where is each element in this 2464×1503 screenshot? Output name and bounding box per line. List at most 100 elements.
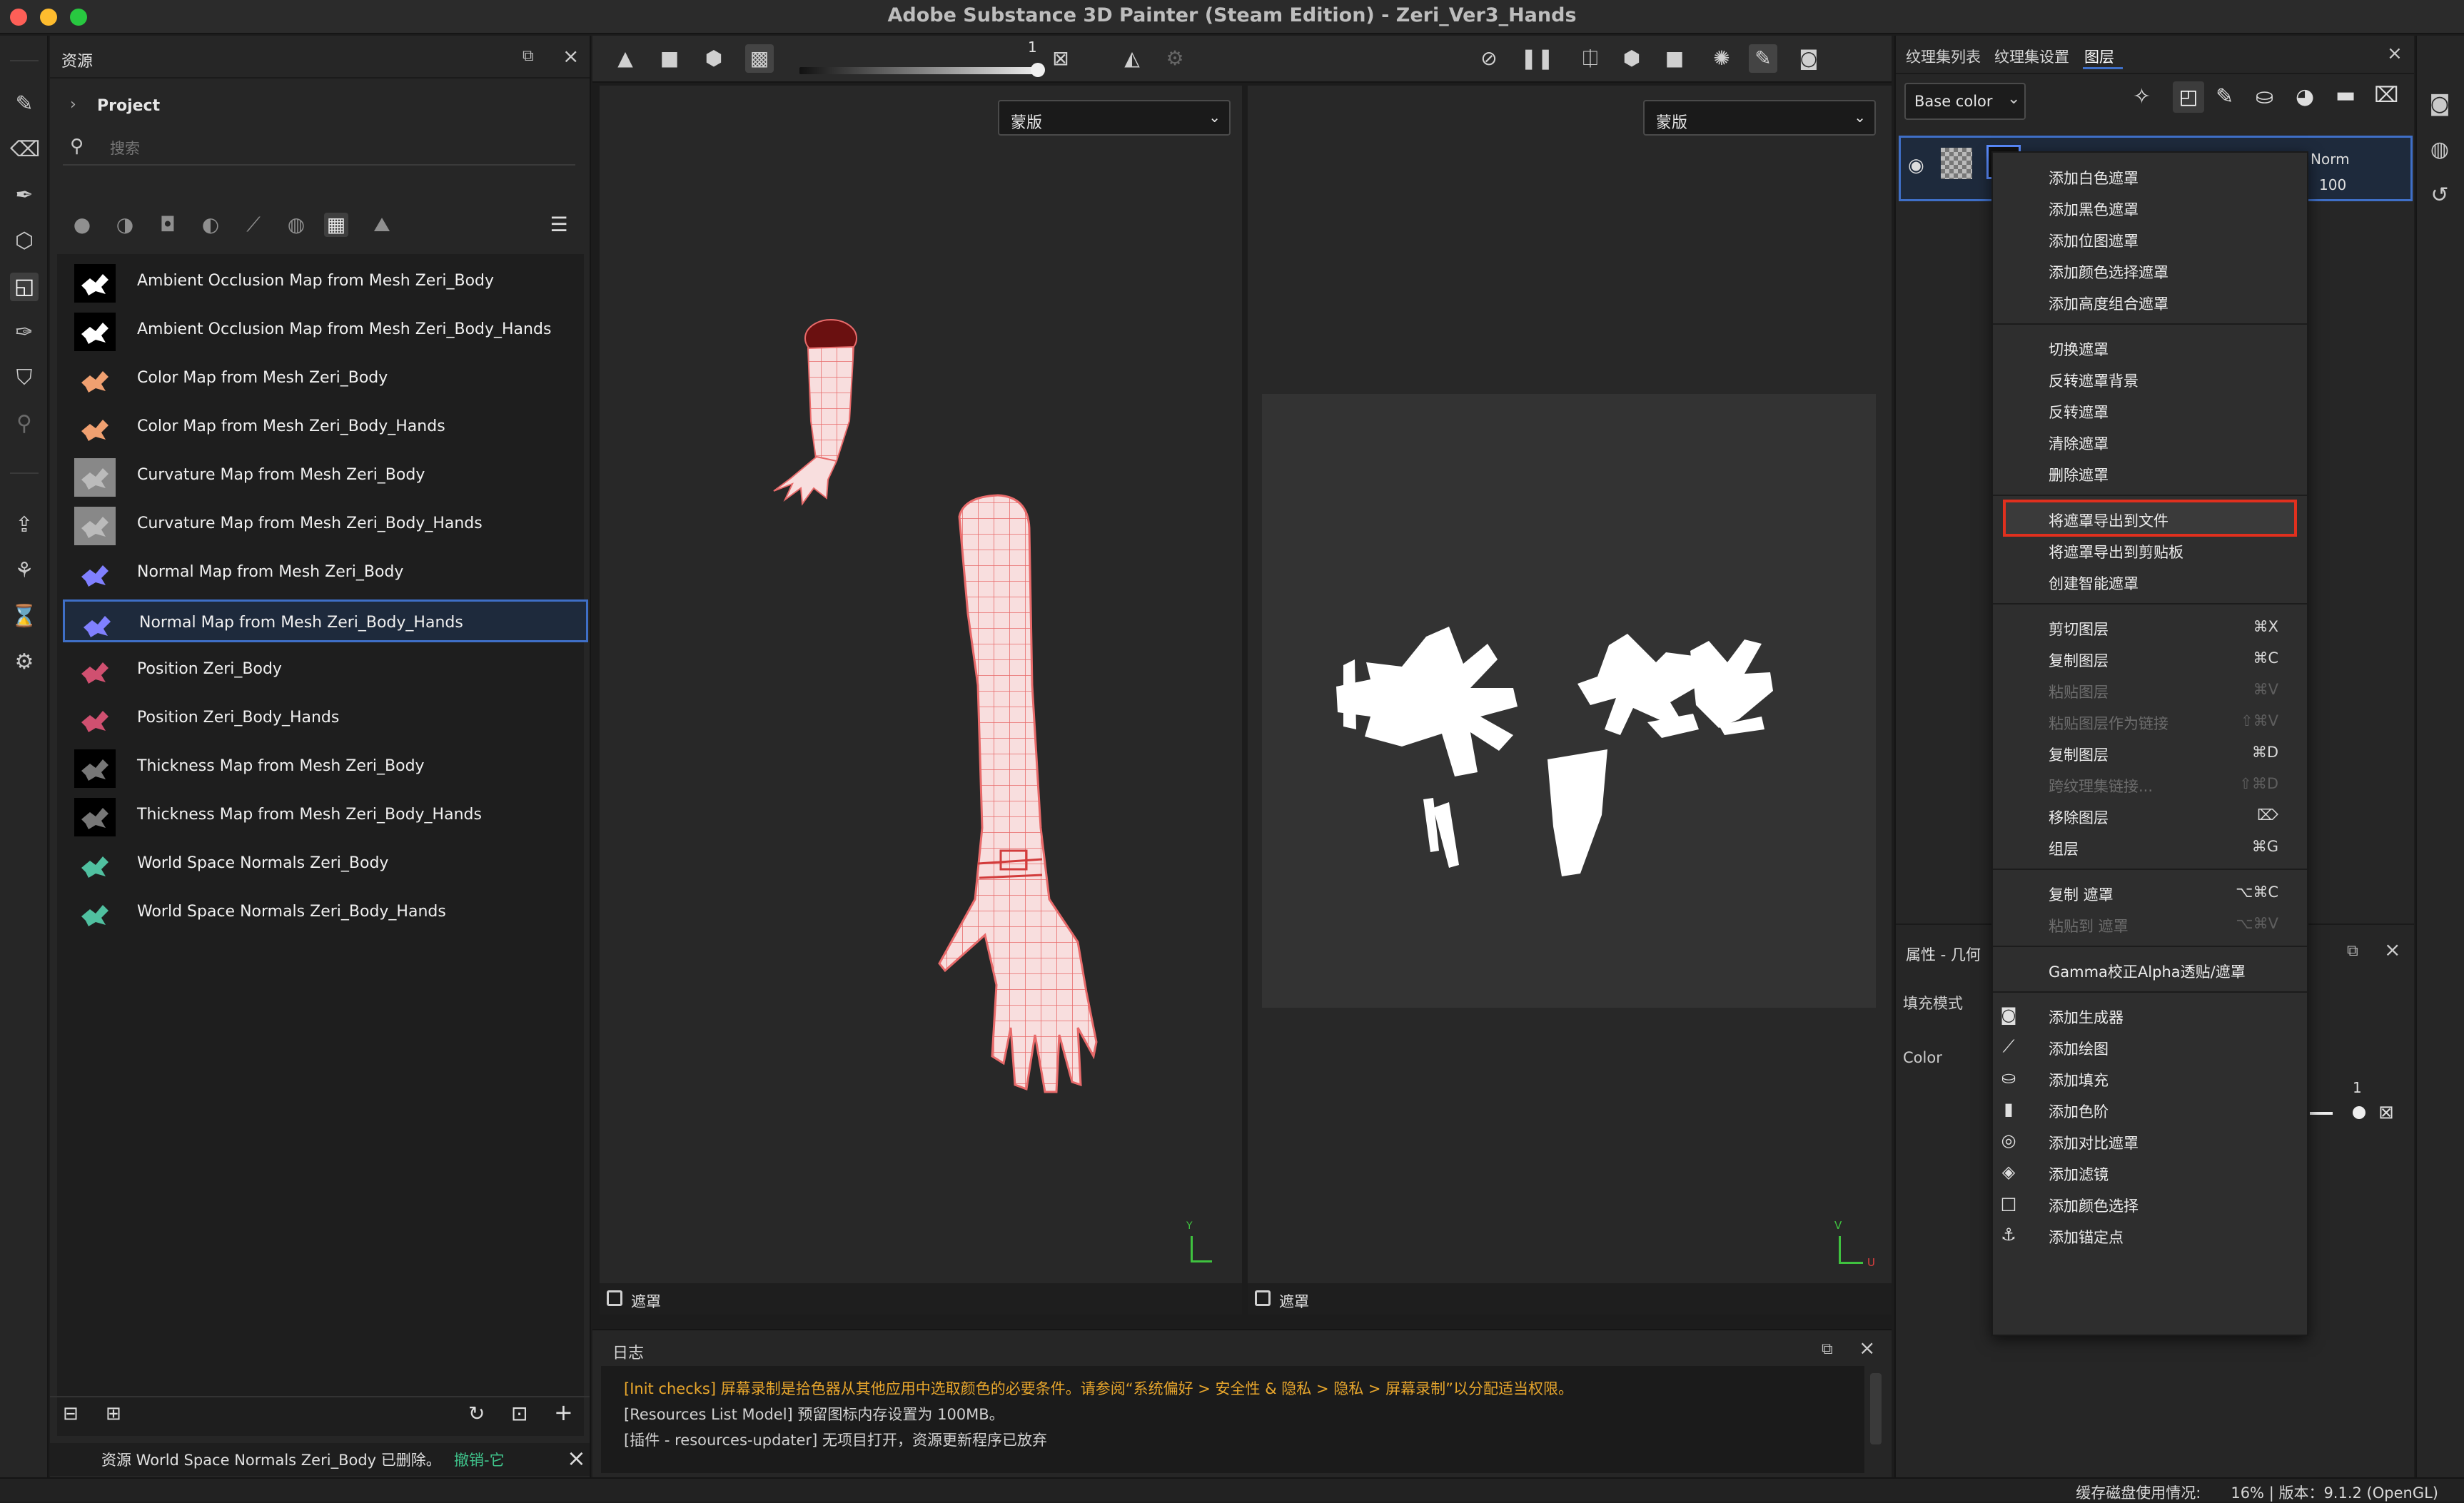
eye-icon[interactable]: ◉ — [1908, 155, 1924, 176]
history-icon[interactable]: ⌛ — [10, 602, 39, 631]
grid-filter-icon[interactable]: ▦ — [324, 213, 348, 237]
hide-icon[interactable]: ⊘ — [1475, 44, 1503, 73]
add-folder-icon[interactable]: ▬ — [2336, 83, 2356, 108]
menu-item[interactable]: 添加白色遮罩 — [1993, 160, 2307, 191]
menu-item[interactable]: 剪切图层 ⌘X — [1993, 611, 2307, 642]
close-icon[interactable]: × — [2384, 938, 2400, 961]
color-slider-handle[interactable] — [2353, 1106, 2365, 1119]
menu-item[interactable]: 切换遮罩 — [1993, 331, 2307, 363]
smart-mask-filter-icon[interactable]: ◐ — [198, 213, 223, 237]
channel-dropdown-3d[interactable]: 蒙版 ⌄ — [998, 100, 1231, 136]
add-effect-icon[interactable]: ◕ — [2296, 84, 2314, 109]
dismiss-icon[interactable]: × — [567, 1444, 586, 1472]
menu-item[interactable]: 移除图层 ⌦ — [1993, 799, 2307, 831]
asset-item[interactable]: Ambient Occlusion Map from Mesh Zeri_Bod… — [63, 260, 588, 303]
menu-item[interactable]: 复制图层 ⌘D — [1993, 737, 2307, 768]
display-cube-icon[interactable]: ⬢ — [1617, 44, 1646, 73]
uv-canvas[interactable] — [1262, 394, 1876, 1008]
menu-item[interactable]: ◙ 添加生成器 — [1993, 999, 2307, 1031]
smart-material-filter-icon[interactable]: ◑ — [113, 213, 137, 237]
bake-icon[interactable]: ⚘ — [10, 557, 39, 585]
close-icon[interactable]: × — [562, 44, 579, 68]
paint-brush-icon[interactable]: ✎ — [10, 90, 39, 118]
mask-checkbox-3d[interactable] — [607, 1290, 622, 1306]
paint-mode-icon[interactable]: ✎ — [1749, 44, 1777, 73]
tab-texture-set-list[interactable]: 纹理集列表 — [1906, 46, 1981, 67]
channel-dropdown-2d[interactable]: 蒙版 ⌄ — [1643, 100, 1876, 136]
menu-item[interactable]: ⛀ 添加填充 — [1993, 1062, 2307, 1093]
environment-filter-icon[interactable]: ⛰ — [370, 213, 394, 237]
menu-item[interactable]: ⟋ 添加绘图 — [1993, 1031, 2307, 1062]
alpha-filter-icon[interactable]: ◍ — [284, 213, 308, 237]
polygon-fill-icon[interactable]: ◱ — [10, 273, 39, 301]
square-view-icon[interactable]: ■ — [655, 44, 684, 73]
add-mask-icon[interactable]: ◰ — [2173, 81, 2204, 113]
symmetry-icon[interactable]: ◭ — [1118, 44, 1146, 73]
add-icon[interactable]: + — [554, 1399, 573, 1426]
asset-item[interactable]: World Space Normals Zeri_Body — [63, 842, 588, 885]
project-label[interactable]: Project — [97, 97, 160, 115]
undock-icon[interactable]: ⧉ — [522, 47, 534, 65]
menu-item[interactable]: ◎ 添加对比遮罩 — [1993, 1125, 2307, 1156]
color-picker-icon[interactable]: ⚲ — [10, 410, 39, 438]
refresh-icon[interactable]: ↻ — [468, 1402, 485, 1425]
projection-icon[interactable]: ✒ — [10, 181, 39, 210]
undo-link[interactable]: 撤销-它 — [454, 1449, 505, 1470]
randomize-icon[interactable]: ⊠ — [1046, 44, 1075, 73]
menu-item[interactable]: 添加黑色遮罩 — [1993, 191, 2307, 223]
asset-item[interactable]: Color Map from Mesh Zeri_Body_Hands — [63, 405, 588, 448]
asset-item[interactable]: Normal Map from Mesh Zeri_Body_Hands — [63, 599, 588, 642]
menu-item[interactable]: 反转遮罩背景 — [1993, 363, 2307, 394]
asset-item[interactable]: Thickness Map from Mesh Zeri_Body — [63, 745, 588, 788]
camera-icon[interactable]: ■ — [1660, 44, 1689, 73]
display-settings-icon[interactable]: ◙ — [2425, 90, 2454, 118]
menu-item[interactable]: □ 添加颜色选择 — [1993, 1188, 2307, 1219]
menu-item[interactable]: 将遮罩导出到文件 — [2003, 500, 2297, 537]
color-slider-track[interactable] — [2310, 1112, 2333, 1115]
folder-icon[interactable]: ⊡ — [511, 1402, 527, 1425]
blend-mode-select[interactable]: Norm — [2311, 151, 2350, 168]
menu-item[interactable]: 删除遮罩 — [1993, 457, 2307, 488]
viewport-3d[interactable]: 蒙版 ⌄ Y 遮罩 — [600, 86, 1242, 1315]
brush-filter-icon[interactable]: ⟋ — [241, 213, 266, 237]
menu-item[interactable]: 添加颜色选择遮罩 — [1993, 254, 2307, 285]
viewport-2d[interactable]: 蒙版 ⌄ V U 遮罩 — [1248, 86, 1892, 1315]
history-icon[interactable]: ↺ — [2425, 181, 2454, 210]
add-paint-layer-icon[interactable]: ✎ — [2216, 84, 2233, 109]
eraser-icon[interactable]: ⌫ — [10, 136, 40, 164]
triangle-view-icon[interactable]: ▲ — [611, 44, 640, 73]
pause-icon[interactable]: ❚❚ — [1520, 44, 1554, 73]
material-filter-icon[interactable]: ● — [70, 213, 94, 237]
import-icon[interactable]: ⊟ — [63, 1403, 79, 1424]
chevron-right-icon[interactable]: › — [70, 96, 76, 113]
menu-item[interactable]: 复制图层 ⌘C — [1993, 642, 2307, 674]
randomize-icon[interactable]: ⊠ — [2378, 1102, 2394, 1123]
menu-item[interactable]: Gamma校正Alpha透贴/遮罩 — [1993, 953, 2307, 985]
geometry-mask-icon[interactable]: ⬡ — [10, 227, 39, 255]
search-input[interactable] — [110, 136, 574, 161]
asset-item[interactable]: World Space Normals Zeri_Body_Hands — [63, 891, 588, 933]
smudge-icon[interactable]: ✑ — [10, 318, 39, 347]
asset-item[interactable]: Color Map from Mesh Zeri_Body — [63, 357, 588, 400]
undock-icon[interactable]: ⧉ — [1822, 1340, 1833, 1358]
menu-item[interactable]: 创建智能遮罩 — [1993, 565, 2307, 597]
menu-item[interactable]: ⚓ 添加锚定点 — [1993, 1219, 2307, 1250]
plugins-icon[interactable]: ⚙ — [10, 648, 39, 677]
close-icon[interactable]: × — [1859, 1336, 1875, 1360]
list-view-icon[interactable]: ☰ — [547, 213, 571, 237]
asset-item[interactable]: Curvature Map from Mesh Zeri_Body — [63, 454, 588, 497]
export-icon[interactable]: ⇪ — [10, 511, 39, 540]
asset-item[interactable]: Position Zeri_Body — [63, 648, 588, 691]
channel-select[interactable]: Base color ⌄ — [1904, 83, 2026, 120]
undock-icon[interactable]: ⧉ — [2347, 942, 2358, 960]
asset-item[interactable]: Position Zeri_Body_Hands — [63, 697, 588, 739]
add-fill-layer-icon[interactable]: ⛀ — [2256, 84, 2273, 109]
shader-settings-icon[interactable]: ◍ — [2425, 136, 2454, 164]
menu-item[interactable]: 添加位图遮罩 — [1993, 223, 2307, 254]
menu-item[interactable]: 添加高度组合遮罩 — [1993, 285, 2307, 317]
asset-item[interactable]: Thickness Map from Mesh Zeri_Body_Hands — [63, 794, 588, 836]
mask-checkbox-2d[interactable] — [1255, 1290, 1271, 1306]
checker-view-icon[interactable]: ▩ — [745, 44, 774, 73]
menu-item[interactable]: 清除遮罩 — [1993, 425, 2307, 457]
magic-wand-icon[interactable]: ✧ — [2133, 84, 2151, 109]
